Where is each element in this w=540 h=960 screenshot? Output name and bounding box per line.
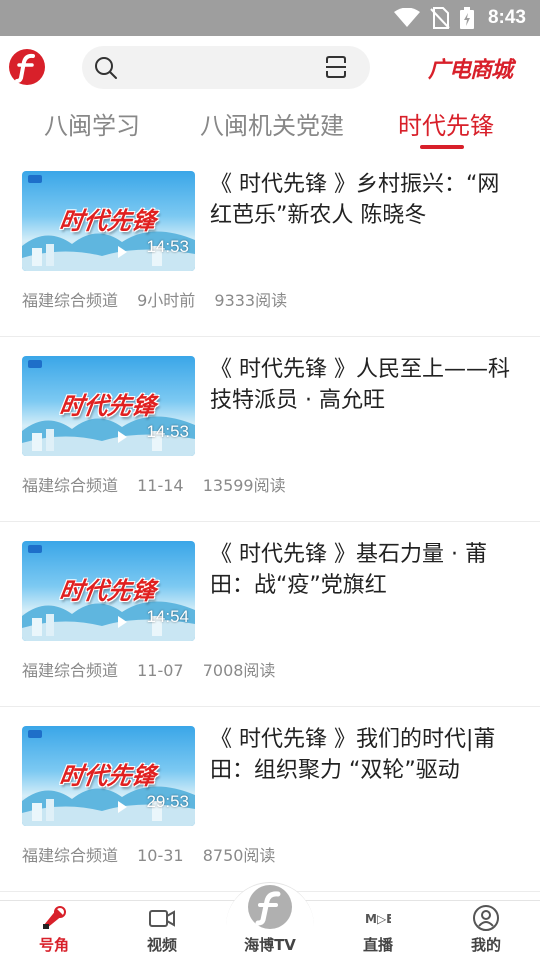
news-title[interactable]: 《 时代先锋 》人民至上——科技特派员 · 高允旺 — [210, 354, 516, 416]
news-title[interactable]: 《 时代先锋 》基石力量 · 莆田：战“疫”党旗红 — [210, 539, 516, 601]
tab-bamin-party-building[interactable]: 八闽机关党建 — [200, 106, 344, 141]
news-read-count: 8750阅读 — [202, 846, 276, 865]
category-tabs: 八闽学习 八闽机关党建 时代先锋 — [0, 98, 540, 152]
thumbnail-title-art: 时代先锋 — [57, 762, 158, 790]
horn-icon — [43, 906, 66, 929]
tab-era-pioneer[interactable]: 时代先锋 — [398, 106, 494, 141]
play-icon — [118, 431, 127, 443]
video-thumbnail[interactable]: 时代先锋 14:53 — [22, 171, 195, 271]
video-thumbnail[interactable]: 时代先锋 14:53 — [22, 356, 195, 456]
play-icon — [118, 801, 127, 813]
scan-icon[interactable] — [324, 55, 348, 79]
news-time: 11-14 — [137, 476, 184, 495]
video-thumbnail[interactable]: 时代先锋 14:54 — [22, 541, 195, 641]
nav-label: 海博TV — [244, 936, 296, 954]
news-item[interactable]: 时代先锋 14:54 《 时代先锋 》基石力量 · 莆田：战“疫”党旗红 福建综… — [0, 522, 540, 707]
news-meta: 福建综合频道 11-14 13599阅读 — [22, 472, 300, 496]
news-source: 福建综合频道 — [22, 661, 119, 680]
video-duration: 14:54 — [146, 607, 189, 626]
news-source: 福建综合频道 — [22, 846, 119, 865]
nav-item-haibo-tv[interactable]: 海博TV — [230, 885, 310, 960]
nav-label: 号角 — [38, 936, 69, 954]
news-meta: 福建综合频道 10-31 8750阅读 — [22, 842, 289, 866]
live-icon: M▷E — [365, 912, 391, 926]
tv-mall-link[interactable]: 广电商城 — [428, 52, 520, 83]
news-item[interactable]: 时代先锋 14:53 《 时代先锋 》乡村振兴：“网红芭乐”新农人 陈晓冬 福建… — [0, 152, 540, 337]
news-read-count: 7008阅读 — [202, 661, 276, 680]
news-source: 福建综合频道 — [22, 476, 119, 495]
channel-logo-icon — [28, 175, 42, 183]
thumbnail-title-art: 时代先锋 — [57, 207, 158, 235]
news-time: 9小时前 — [137, 291, 196, 310]
play-icon — [118, 616, 127, 628]
video-thumbnail[interactable]: 时代先锋 29:53 — [22, 726, 195, 826]
haibo-logo-icon — [248, 885, 292, 929]
tab-bamin-study[interactable]: 八闽学习 — [44, 106, 140, 141]
news-source: 福建综合频道 — [22, 291, 119, 310]
news-meta: 福建综合频道 9小时前 9333阅读 — [22, 287, 301, 311]
nav-label: 直播 — [362, 936, 393, 954]
news-read-count: 13599阅读 — [202, 476, 286, 495]
video-duration: 14:53 — [146, 237, 189, 256]
news-title[interactable]: 《 时代先锋 》乡村振兴：“网红芭乐”新农人 陈晓冬 — [210, 169, 516, 231]
news-item[interactable]: 时代先锋 14:53 《 时代先锋 》人民至上——科技特派员 · 高允旺 福建综… — [0, 337, 540, 522]
play-icon — [118, 246, 127, 258]
fujian-tv-logo-icon[interactable] — [8, 48, 46, 86]
app-header: 广电商城 — [0, 36, 540, 98]
nav-item-profile[interactable]: 我的 — [446, 900, 526, 960]
video-camera-icon — [149, 910, 175, 927]
status-time: 8:43 — [487, 7, 526, 28]
nav-item-video[interactable]: 视频 — [122, 900, 202, 960]
svg-text:M▷E: M▷E — [365, 912, 391, 926]
news-title[interactable]: 《 时代先锋 》我们的时代|莆田：组织聚力 “双轮”驱动 — [210, 724, 516, 786]
video-duration: 14:53 — [146, 422, 189, 441]
news-meta: 福建综合频道 11-07 7008阅读 — [22, 657, 289, 681]
channel-logo-icon — [28, 360, 42, 368]
news-time: 11-07 — [137, 661, 184, 680]
battery-icon — [459, 7, 474, 29]
news-item[interactable]: 时代先锋 29:53 《 时代先锋 》我们的时代|莆田：组织聚力 “双轮”驱动 … — [0, 707, 540, 892]
search-icon — [95, 57, 117, 79]
no-sim-icon — [430, 7, 450, 29]
wifi-icon — [393, 8, 420, 27]
channel-logo-icon — [28, 545, 42, 553]
video-duration: 29:53 — [146, 792, 189, 811]
thumbnail-title-art: 时代先锋 — [57, 392, 158, 420]
nav-item-horn[interactable]: 号角 — [14, 900, 94, 960]
news-time: 10-31 — [137, 846, 184, 865]
channel-logo-icon — [28, 730, 42, 738]
status-bar: 8:43 — [0, 0, 540, 36]
nav-label: 视频 — [146, 936, 177, 954]
thumbnail-title-art: 时代先锋 — [57, 577, 158, 605]
active-tab-indicator — [420, 145, 464, 149]
news-read-count: 9333阅读 — [214, 291, 288, 310]
profile-icon — [473, 905, 499, 931]
nav-label: 我的 — [470, 936, 501, 954]
search-input[interactable] — [82, 46, 370, 89]
nav-item-live[interactable]: M▷E 直播 — [338, 900, 418, 960]
